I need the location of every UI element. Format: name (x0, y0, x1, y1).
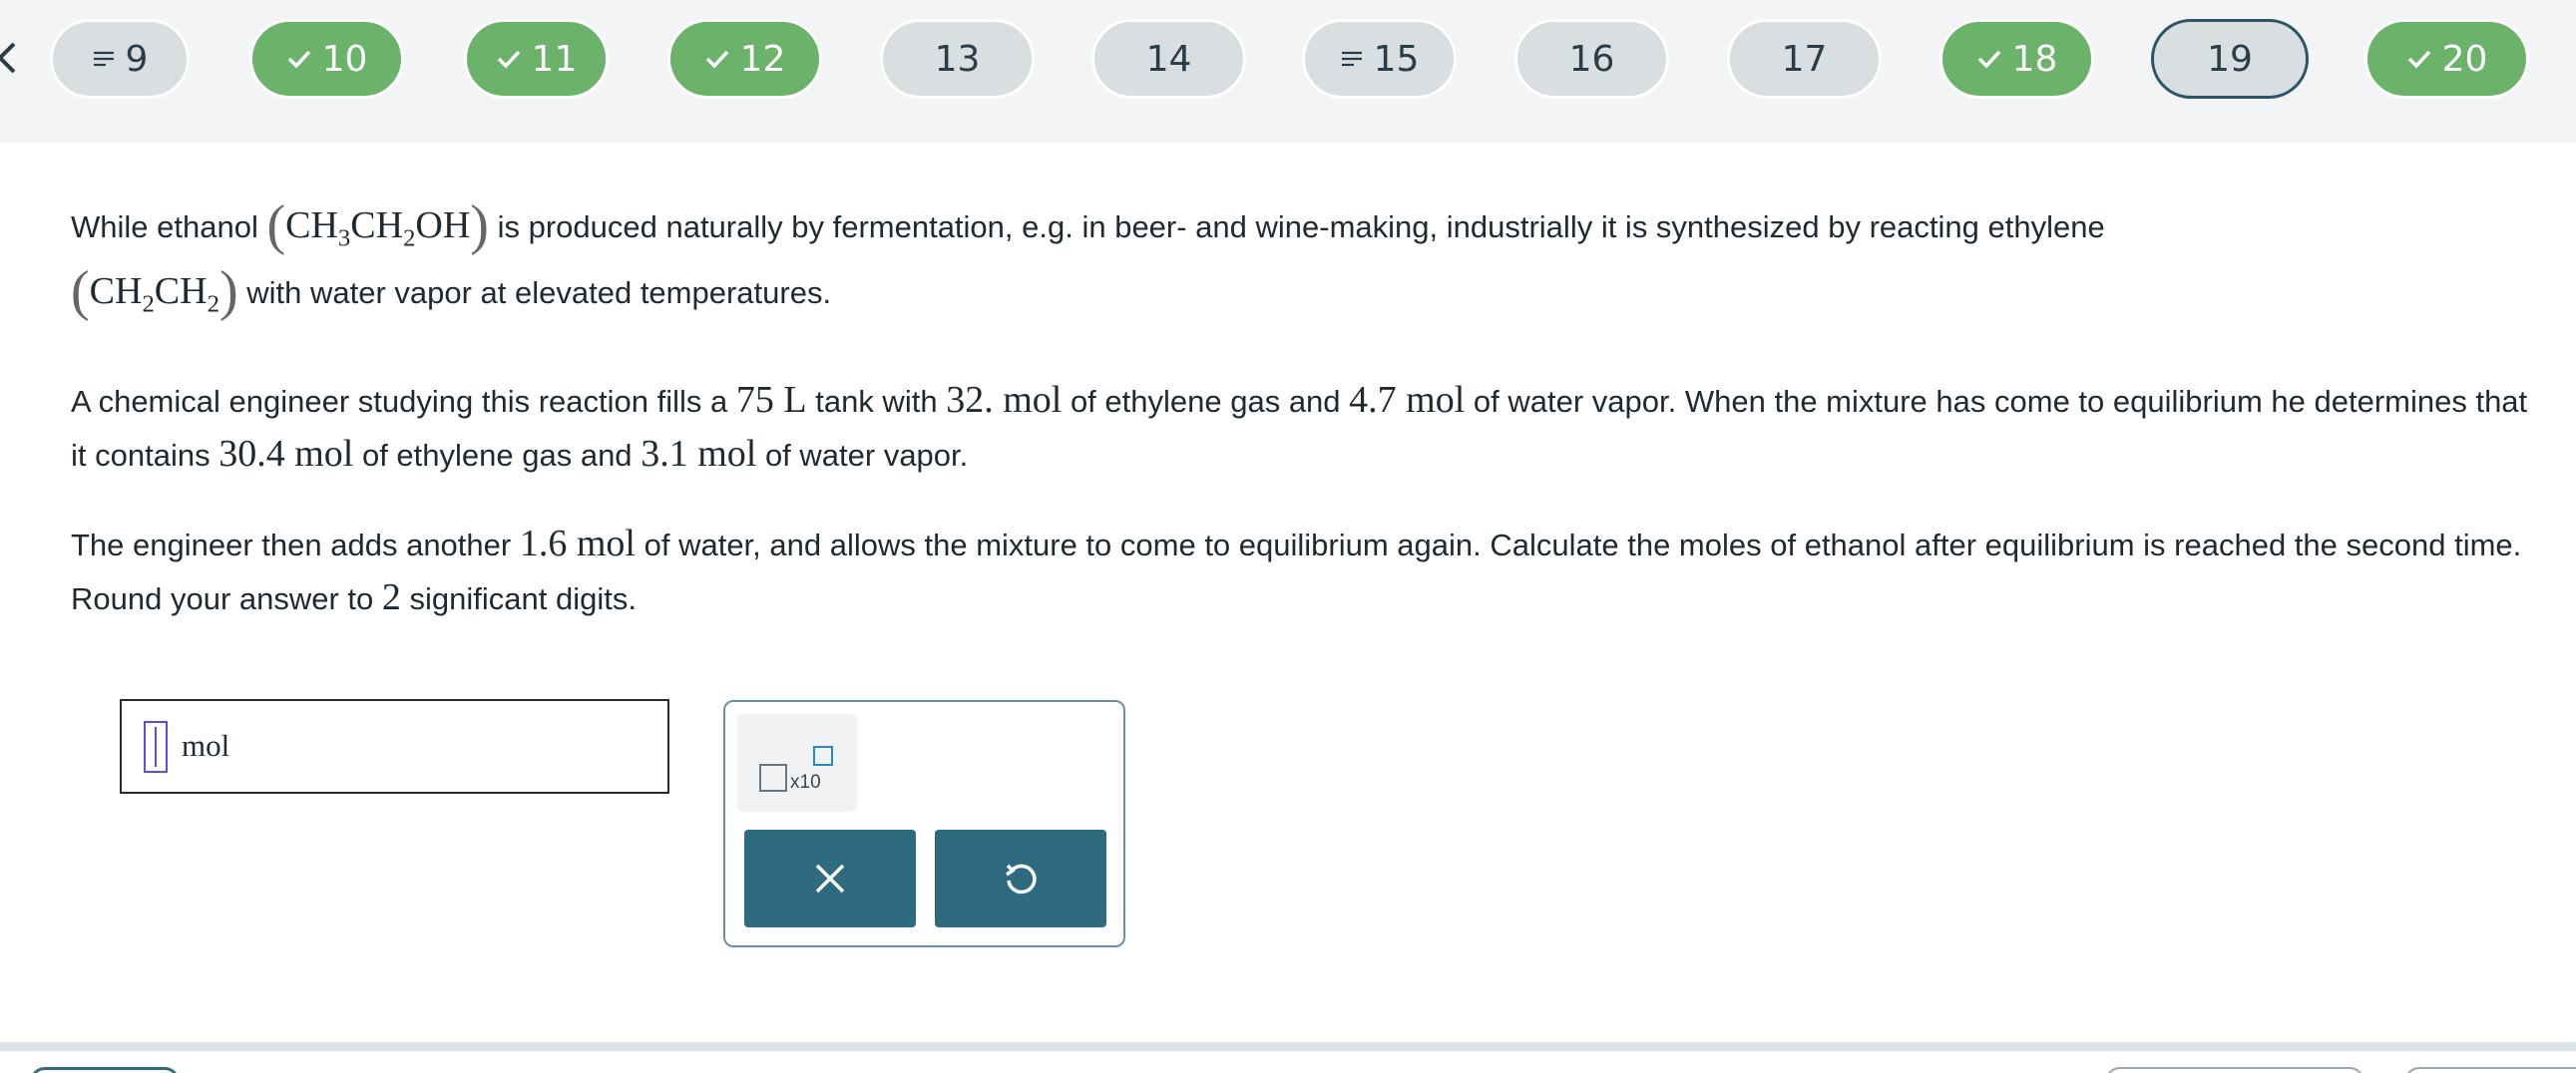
question-pill-label: 12 (739, 38, 786, 80)
water-initial: 4.7 mol (1349, 379, 1466, 422)
question-nav-bar: 9 10 11 12 13 14 15 16 17 18 19 20 (0, 0, 2576, 143)
question-pill-11[interactable]: 11 (464, 19, 609, 99)
question-pill-label: 19 (2207, 38, 2253, 80)
ethylene-formula: CH2CH2 (89, 269, 219, 318)
water-added: 1.6 mol (519, 523, 636, 565)
tank-volume: 75 L (735, 379, 807, 422)
question-pill-label: 9 (125, 38, 149, 80)
bottom-right-button-2[interactable] (2404, 1067, 2576, 1073)
check-icon (286, 49, 312, 69)
question-text: While ethanol (CH3CH2OH) is produced nat… (71, 194, 2545, 669)
check-icon (496, 49, 522, 69)
question-pill-list: 9 10 11 12 13 14 15 16 17 18 19 20 (0, 0, 2576, 143)
question-pill-label: 15 (1373, 38, 1420, 80)
bottom-right-button-1[interactable] (2105, 1067, 2364, 1073)
check-icon (2406, 49, 2432, 69)
answer-unit: mol (182, 728, 230, 763)
question-paragraph-3: The engineer then adds another 1.6 mol o… (71, 523, 2522, 619)
question-pill-12[interactable]: 12 (667, 19, 822, 99)
question-pill-17[interactable]: 17 (1727, 19, 1882, 99)
bottom-left-button[interactable] (30, 1067, 180, 1073)
question-pill-label: 14 (1145, 38, 1192, 80)
formula-part: CH (89, 269, 143, 312)
question-pill-label: 18 (2011, 38, 2058, 80)
water-equilibrium: 3.1 mol (641, 433, 757, 476)
question-paragraph-1: While ethanol (CH3CH2OH) is produced nat… (71, 194, 2105, 322)
question-pill-20[interactable]: 20 (2364, 19, 2529, 99)
undo-icon (1006, 864, 1037, 894)
ethylene-initial: 32. mol (946, 379, 1063, 422)
question-pill-18[interactable]: 18 (1939, 19, 2094, 99)
answer-input[interactable]: mol (120, 699, 669, 794)
x10-label: x10 (790, 772, 821, 793)
question-pill-label: 16 (1568, 38, 1615, 80)
math-tool-palette: x10 (723, 700, 1125, 947)
answer-cursor-slot[interactable] (144, 721, 168, 773)
formula-part: CH (154, 269, 208, 312)
undo-button[interactable] (935, 830, 1106, 927)
formula-part: OH (415, 204, 471, 246)
question-pill-9[interactable]: 9 (50, 19, 190, 99)
formula-subscript: 2 (207, 290, 219, 318)
sig-digits: 2 (381, 576, 401, 619)
formula-subscript: 2 (142, 290, 155, 318)
question-paragraph-2: A chemical engineer studying this reacti… (71, 379, 2528, 476)
list-icon (92, 50, 116, 68)
check-icon (704, 49, 730, 69)
clear-button[interactable] (744, 830, 916, 927)
question-pill-label: 11 (531, 38, 578, 80)
question-pill-14[interactable]: 14 (1091, 19, 1246, 99)
formula-subscript: 2 (403, 224, 416, 252)
question-pill-10[interactable]: 10 (249, 19, 404, 99)
question-pill-label: 10 (321, 38, 368, 80)
mantissa-box-icon (759, 764, 787, 792)
question-pill-19[interactable]: 19 (2151, 19, 2309, 99)
question-pill-16[interactable]: 16 (1514, 19, 1669, 99)
close-icon (815, 864, 845, 894)
ethanol-formula: CH3CH2OH (285, 204, 471, 252)
question-pill-label: 13 (934, 38, 981, 80)
ethylene-equilibrium: 30.4 mol (218, 433, 354, 476)
exponent-box-icon (813, 746, 833, 766)
question-pill-15[interactable]: 15 (1302, 19, 1457, 99)
question-pill-label: 20 (2441, 38, 2488, 80)
question-pill-13[interactable]: 13 (880, 19, 1035, 99)
scientific-notation-button[interactable]: x10 (737, 714, 857, 812)
check-icon (1976, 49, 2002, 69)
formula-part: CH (350, 204, 404, 246)
formula-part: CH (285, 204, 338, 246)
bottom-divider (0, 1042, 2576, 1051)
list-icon (1340, 50, 1364, 68)
formula-subscript: 3 (337, 224, 351, 252)
question-pill-label: 17 (1781, 38, 1828, 80)
